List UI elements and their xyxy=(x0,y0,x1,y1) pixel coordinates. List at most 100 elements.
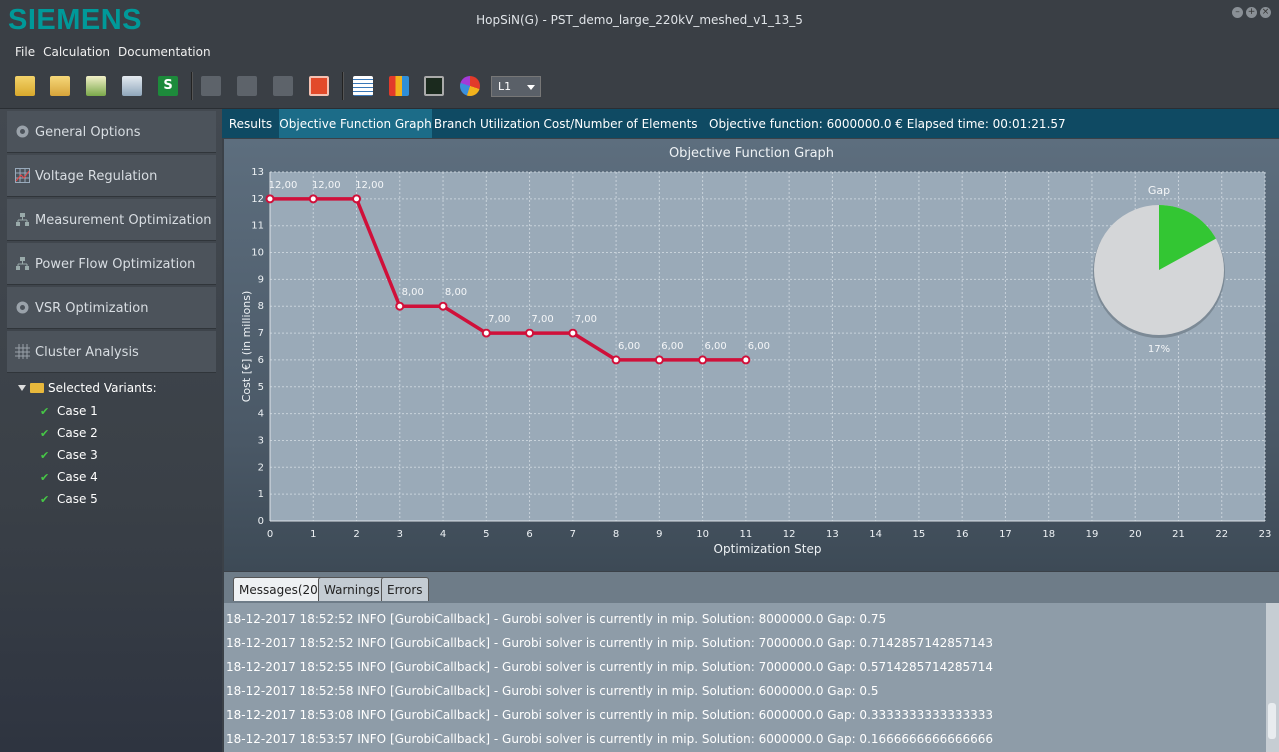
data-label: 6,00 xyxy=(748,341,770,352)
scrollbar-thumb[interactable] xyxy=(1268,703,1276,739)
tree-item-case[interactable]: ✔ Case 4 xyxy=(40,470,98,484)
voltage-icon[interactable] xyxy=(201,76,221,96)
y-tick-label: 10 xyxy=(251,248,264,259)
menu-calculation[interactable]: Calculation xyxy=(43,42,118,64)
menu-bar: File Calculation Documentation xyxy=(0,42,1279,64)
y-tick-label: 13 xyxy=(251,167,264,178)
messages-tabs: Messages(20) Warnings Errors xyxy=(224,572,1279,603)
table-icon[interactable] xyxy=(353,76,373,96)
sidebar-item-cluster-analysis[interactable]: Cluster Analysis xyxy=(7,331,216,373)
x-tick-label: 4 xyxy=(440,529,446,540)
x-tick-label: 15 xyxy=(913,529,926,540)
x-tick-label: 1 xyxy=(310,529,316,540)
list-item[interactable]: 18-12-2017 18:53:08 INFO [GurobiCallback… xyxy=(226,708,993,722)
settings-icon[interactable] xyxy=(122,76,142,96)
tab-errors[interactable]: Errors xyxy=(381,577,429,601)
x-tick-label: 22 xyxy=(1215,529,1228,540)
tree-root-selected-variants[interactable]: Selected Variants: xyxy=(18,381,157,395)
objective-status: Objective function: 6000000.0 € Elapsed … xyxy=(709,117,1066,131)
monitor-icon[interactable] xyxy=(424,76,444,96)
x-tick-label: 17 xyxy=(999,529,1012,540)
list-item[interactable]: 18-12-2017 18:52:58 INFO [GurobiCallback… xyxy=(226,684,879,698)
y-tick-label: 4 xyxy=(258,409,264,420)
data-point xyxy=(395,301,405,311)
x-tick-label: 2 xyxy=(353,529,359,540)
tab-messages[interactable]: Messages(20) xyxy=(233,577,329,601)
sidebar-item-measurement-optimization[interactable]: Measurement Optimization xyxy=(7,199,216,241)
x-tick-label: 9 xyxy=(656,529,662,540)
x-tick-label: 11 xyxy=(740,529,753,540)
x-tick-label: 3 xyxy=(397,529,403,540)
open-icon[interactable] xyxy=(50,76,70,96)
x-tick-label: 19 xyxy=(1086,529,1099,540)
power-icon[interactable] xyxy=(273,76,293,96)
x-axis-label: Optimization Step xyxy=(714,542,822,556)
tab-cost-number-of-elements[interactable]: Cost/Number of Elements xyxy=(542,109,699,138)
x-tick-label: 14 xyxy=(869,529,882,540)
data-label: 7,00 xyxy=(488,314,510,325)
data-label: 7,00 xyxy=(531,314,553,325)
maximize-icon[interactable]: + xyxy=(1246,7,1257,18)
minimize-icon[interactable]: – xyxy=(1232,7,1243,18)
x-tick-label: 5 xyxy=(483,529,489,540)
sidebar-item-voltage-regulation[interactable]: Voltage Regulation xyxy=(7,155,216,197)
list-item[interactable]: 18-12-2017 18:52:55 INFO [GurobiCallback… xyxy=(226,660,993,674)
data-point xyxy=(741,355,751,365)
tree-item-case[interactable]: ✔ Case 3 xyxy=(40,448,98,462)
sidebar-item-power-flow-optimization[interactable]: Power Flow Optimization xyxy=(7,243,216,285)
tree-item-case[interactable]: ✔ Case 1 xyxy=(40,404,98,418)
data-point xyxy=(438,301,448,311)
tab-warnings[interactable]: Warnings xyxy=(318,577,386,601)
sidebar: General Options Voltage Regulation Measu… xyxy=(0,109,222,752)
y-tick-label: 5 xyxy=(258,382,264,393)
network-icon xyxy=(15,212,30,227)
y-tick-label: 0 xyxy=(258,516,264,527)
data-point xyxy=(525,328,535,338)
checkmark-icon: ✔ xyxy=(40,427,50,440)
level-select[interactable]: L1 xyxy=(491,76,541,97)
list-item[interactable]: 18-12-2017 18:52:52 INFO [GurobiCallback… xyxy=(226,636,993,650)
tree-item-case[interactable]: ✔ Case 5 xyxy=(40,492,98,506)
y-tick-label: 6 xyxy=(258,355,264,366)
bar-chart-icon[interactable] xyxy=(389,76,409,96)
stop-icon[interactable] xyxy=(309,76,329,96)
y-tick-label: 8 xyxy=(258,301,264,312)
x-tick-label: 16 xyxy=(956,529,969,540)
menu-file[interactable]: File xyxy=(0,42,43,64)
report-icon[interactable] xyxy=(86,76,106,96)
tab-results[interactable]: Results xyxy=(222,109,279,138)
x-tick-label: 6 xyxy=(526,529,532,540)
pie-label: 17% xyxy=(1148,344,1170,355)
data-label: 8,00 xyxy=(445,287,467,298)
tab-branch-utilization[interactable]: Branch Utilization xyxy=(432,109,542,138)
tree-item-case[interactable]: ✔ Case 2 xyxy=(40,426,98,440)
x-tick-label: 21 xyxy=(1172,529,1185,540)
tab-objective-function-graph[interactable]: Objective Function Graph xyxy=(279,109,432,138)
x-tick-label: 23 xyxy=(1259,529,1272,540)
list-item[interactable]: 18-12-2017 18:53:57 INFO [GurobiCallback… xyxy=(226,732,993,746)
chevron-down-icon xyxy=(527,85,535,90)
measurement-icon[interactable] xyxy=(237,76,257,96)
x-tick-label: 20 xyxy=(1129,529,1142,540)
checkmark-icon: ✔ xyxy=(40,471,50,484)
sidebar-item-general-options[interactable]: General Options xyxy=(7,111,216,153)
data-point xyxy=(481,328,491,338)
close-icon[interactable]: × xyxy=(1260,7,1271,18)
pie-icon[interactable] xyxy=(460,76,480,96)
x-tick-label: 18 xyxy=(1042,529,1055,540)
data-label: 7,00 xyxy=(575,314,597,325)
y-tick-label: 2 xyxy=(258,462,264,473)
list-item[interactable]: 18-12-2017 18:52:52 INFO [GurobiCallback… xyxy=(226,612,886,626)
chevron-down-icon[interactable] xyxy=(18,385,26,391)
checkmark-icon: ✔ xyxy=(40,493,50,506)
messages-scrollbar[interactable] xyxy=(1266,603,1279,752)
checkmark-icon: ✔ xyxy=(40,405,50,418)
menu-documentation[interactable]: Documentation xyxy=(118,42,219,64)
data-label: 6,00 xyxy=(661,341,683,352)
data-label: 8,00 xyxy=(402,287,424,298)
gear-icon xyxy=(15,124,30,139)
s-icon[interactable]: S xyxy=(158,76,178,96)
new-icon[interactable] xyxy=(15,76,35,96)
sidebar-item-vsr-optimization[interactable]: VSR Optimization xyxy=(7,287,216,329)
data-label: 6,00 xyxy=(704,341,726,352)
